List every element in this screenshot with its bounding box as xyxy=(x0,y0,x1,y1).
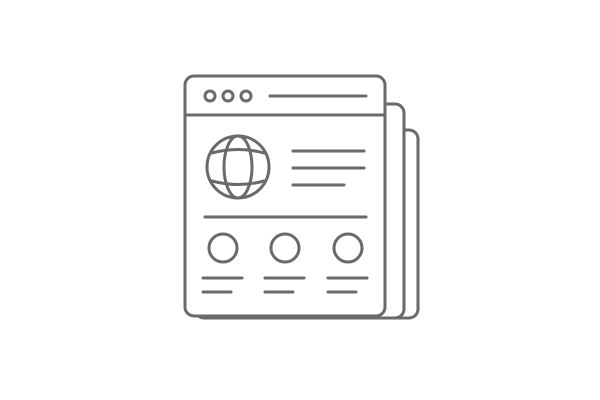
browser-frame xyxy=(183,74,387,318)
web-page-illustration xyxy=(183,74,420,320)
browser-window-icon xyxy=(183,74,387,318)
